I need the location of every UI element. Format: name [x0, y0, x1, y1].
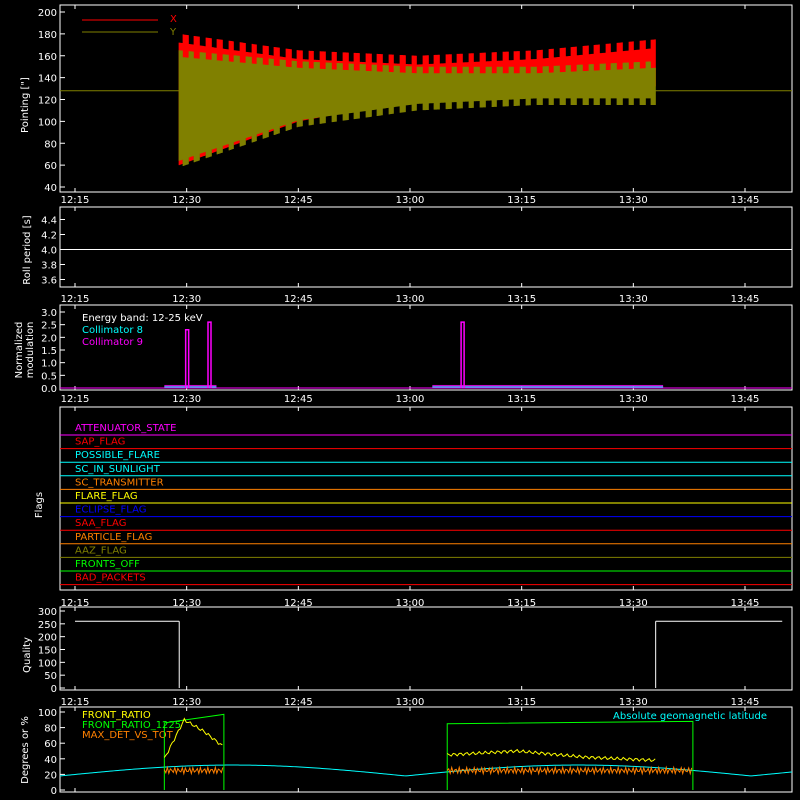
x-tick-label: 13:00 [396, 394, 425, 405]
x-tick-label: 13:15 [507, 598, 536, 609]
y-tick-label: 300 [38, 607, 57, 618]
x-tick-label: 13:00 [396, 598, 425, 609]
x-tick-label: 12:30 [172, 294, 201, 305]
y-tick-label: 4.2 [41, 231, 57, 242]
x-tick-label: 13:00 [396, 697, 425, 708]
x-tick-label: 13:30 [619, 294, 648, 305]
x-tick-label: 12:45 [284, 697, 313, 708]
flag-label: FRONTS_OFF [75, 559, 140, 570]
y-tick-label: 0.5 [41, 371, 57, 382]
x-tick-label: 13:45 [731, 598, 760, 609]
y-tick-label: 1.0 [41, 359, 57, 370]
flag-label: PARTICLE_FLAG [75, 532, 152, 543]
y-tick-label: 200 [38, 8, 57, 19]
legend-max-det: MAX_DET_VS_TOT [82, 730, 174, 741]
flag-label: AAZ_FLAG [75, 545, 127, 556]
y-tick-label: 3.8 [41, 261, 57, 272]
legend-collimator-9: Collimator 9 [82, 337, 143, 348]
legend-x: X [170, 14, 177, 25]
y-tick-label: 100 [38, 708, 57, 719]
x-tick-label: 13:00 [396, 294, 425, 305]
x-tick-label: 13:30 [619, 598, 648, 609]
y-tick-label: 250 [38, 620, 57, 631]
modulation-segment-c8 [432, 385, 664, 388]
y-tick-label: 1.5 [41, 346, 57, 357]
x-tick-label: 12:45 [284, 598, 313, 609]
x-tick-label: 12:30 [172, 394, 201, 405]
x-tick-label: 12:30 [172, 195, 201, 206]
x-tick-label: 13:45 [731, 195, 760, 206]
x-tick-label: 13:15 [507, 195, 536, 206]
x-tick-label: 13:15 [507, 394, 536, 405]
energy-band-label: Energy band: 12-25 keV [82, 313, 203, 324]
y-tick-label: 4.0 [41, 246, 57, 257]
x-tick-label: 12:45 [284, 394, 313, 405]
x-tick-label: 13:00 [396, 195, 425, 206]
flag-label: ECLIPSE_FLAG [75, 505, 146, 516]
y-tick-label: 4.4 [41, 216, 57, 227]
x-tick-label: 13:30 [619, 195, 648, 206]
modulation-ylabel: Normalizedmodulation [14, 322, 36, 379]
y-tick-label: 180 [38, 30, 57, 41]
y-tick-label: 160 [38, 52, 57, 63]
x-tick-label: 12:15 [61, 394, 90, 405]
pointing-ylabel: Pointing ["] [20, 77, 31, 133]
y-tick-label: 0 [51, 684, 57, 695]
y-tick-label: 140 [38, 74, 57, 85]
roll-ylabel: Roll period [s] [22, 215, 33, 284]
legend-collimator-8: Collimator 8 [82, 325, 143, 336]
y-tick-label: 0 [51, 786, 57, 797]
legend-y: Y [169, 27, 177, 38]
y-tick-label: 20 [44, 770, 57, 781]
x-tick-label: 12:15 [61, 195, 90, 206]
y-tick-label: 60 [44, 161, 57, 172]
x-tick-label: 12:30 [172, 598, 201, 609]
y-tick-label: 60 [44, 739, 57, 750]
ratio-ylabel: Degrees or % [20, 716, 31, 784]
y-tick-label: 2.0 [41, 333, 57, 344]
flag-label: SC_IN_SUNLIGHT [75, 464, 161, 475]
flag-label: BAD_PACKETS [75, 573, 146, 584]
x-tick-label: 12:30 [172, 697, 201, 708]
x-tick-label: 13:30 [619, 697, 648, 708]
y-tick-label: 100 [38, 658, 57, 669]
x-tick-label: 12:15 [61, 294, 90, 305]
flags-ylabel: Flags [34, 492, 45, 518]
flag-label: POSSIBLE_FLARE [75, 450, 160, 461]
y-tick-label: 40 [44, 183, 57, 194]
x-tick-label: 13:30 [619, 394, 648, 405]
y-tick-label: 120 [38, 96, 57, 107]
flag-label: FLARE_FLAG [75, 491, 138, 502]
x-tick-label: 13:15 [507, 294, 536, 305]
x-tick-label: 13:45 [731, 697, 760, 708]
quality-ylabel: Quality [22, 637, 33, 673]
y-tick-label: 0.0 [41, 384, 57, 395]
y-tick-label: 100 [38, 117, 57, 128]
x-tick-label: 12:45 [284, 195, 313, 206]
x-tick-label: 12:15 [61, 598, 90, 609]
y-tick-label: 40 [44, 755, 57, 766]
legend-geomag-latitude: Absolute geomagnetic latitude [613, 711, 767, 722]
x-tick-label: 13:45 [731, 394, 760, 405]
y-tick-label: 2.5 [41, 321, 57, 332]
flag-label: ATTENUATOR_STATE [75, 423, 176, 434]
flag-label: SAA_FLAG [75, 518, 126, 529]
flag-label: SC_TRANSMITTER [75, 477, 164, 488]
y-tick-label: 150 [38, 646, 57, 657]
y-tick-label: 3.6 [41, 276, 57, 287]
chart-canvas: 12:15 12:30 12:45 13:00 13:15 13:30 13:45 12:15… [0, 0, 800, 800]
y-tick-label: 50 [44, 671, 57, 682]
x-tick-label: 12:45 [284, 294, 313, 305]
y-tick-label: 80 [44, 724, 57, 735]
x-tick-label: 13:45 [731, 294, 760, 305]
y-tick-label: 80 [44, 139, 57, 150]
y-tick-label: 3.0 [41, 308, 57, 319]
x-tick-label: 12:15 [61, 697, 90, 708]
y-tick-label: 200 [38, 633, 57, 644]
flag-label: SAP_FLAG [75, 437, 125, 448]
x-tick-label: 13:15 [507, 697, 536, 708]
